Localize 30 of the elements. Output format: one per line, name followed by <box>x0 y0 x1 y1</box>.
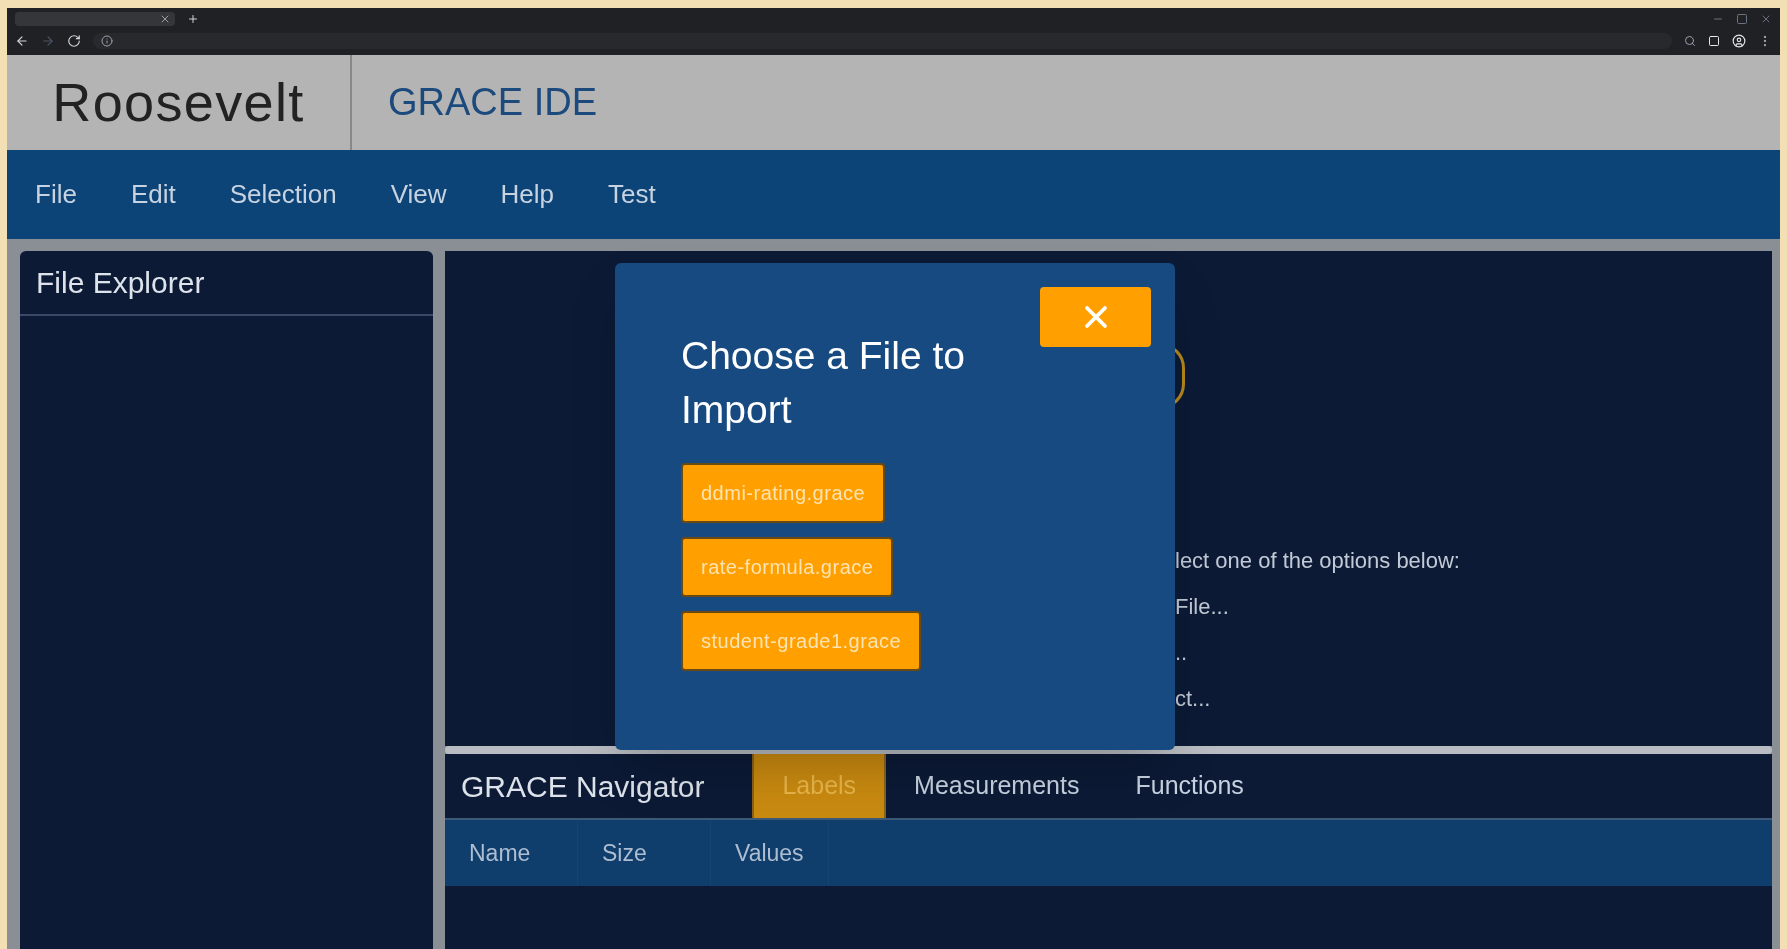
menu-item[interactable]: View <box>390 175 447 214</box>
column-header: Name <box>445 820 578 886</box>
menu-item[interactable]: Selection <box>229 175 337 214</box>
maximize-icon[interactable] <box>1736 13 1748 25</box>
dialog-title: Choose a File to Import <box>681 333 966 433</box>
navigator-tab[interactable]: Functions <box>1107 754 1272 818</box>
extension-icon[interactable] <box>1708 35 1720 47</box>
editor-text: ct... <box>1175 687 1212 711</box>
column-header: Values <box>711 820 829 886</box>
new-tab-icon[interactable] <box>187 13 199 25</box>
close-icon[interactable] <box>159 13 171 25</box>
menu-item[interactable]: File <box>35 175 77 214</box>
column-header: Size <box>578 820 711 886</box>
logo-text: Roosevelt <box>52 71 305 134</box>
menu-item[interactable]: Test <box>608 175 656 214</box>
app-title: GRACE IDE <box>388 80 598 125</box>
search-icon[interactable] <box>1684 35 1696 47</box>
editor-text: File... <box>1175 595 1230 619</box>
menu-item[interactable]: Edit <box>130 175 176 214</box>
editor-text: lect one of the options below: <box>1175 549 1461 573</box>
profile-icon[interactable] <box>1732 34 1746 48</box>
panel-title: File Explorer <box>36 265 205 301</box>
reload-icon[interactable] <box>67 34 81 48</box>
back-icon[interactable] <box>15 34 29 48</box>
close-icon[interactable] <box>1760 13 1772 25</box>
navigator-tab[interactable]: Measurements <box>886 754 1108 818</box>
menu-item[interactable]: Help <box>500 175 555 214</box>
navigator-title: GRACE Navigator <box>460 768 706 805</box>
editor-text: .. <box>1175 641 1189 665</box>
info-icon <box>101 35 113 47</box>
